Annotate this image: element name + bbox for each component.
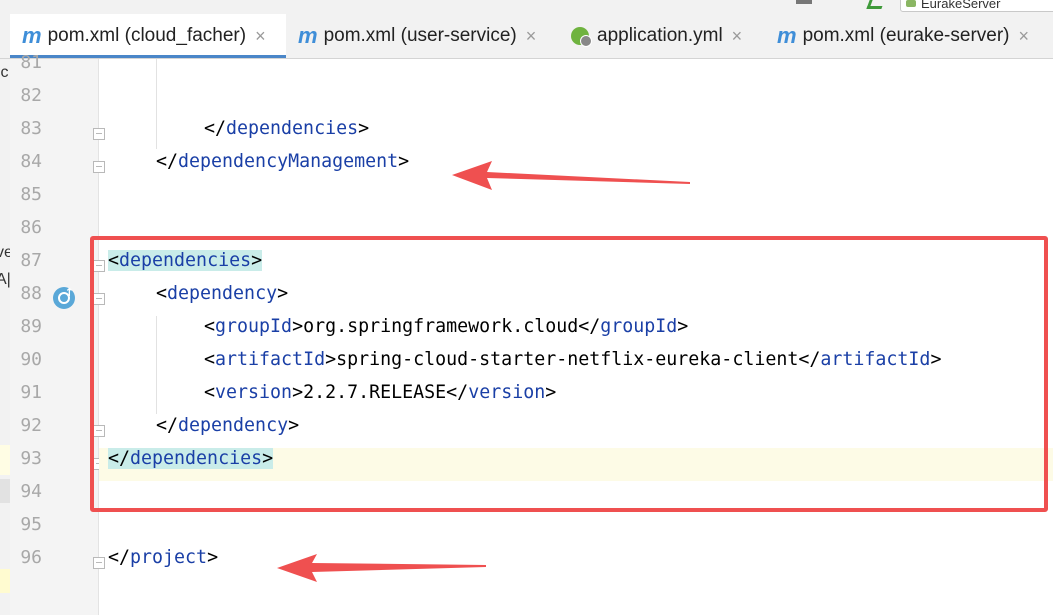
arrow-to-dependency-management <box>452 161 690 190</box>
arrow-to-project-end <box>277 554 486 582</box>
annotation-arrows <box>277 161 690 582</box>
